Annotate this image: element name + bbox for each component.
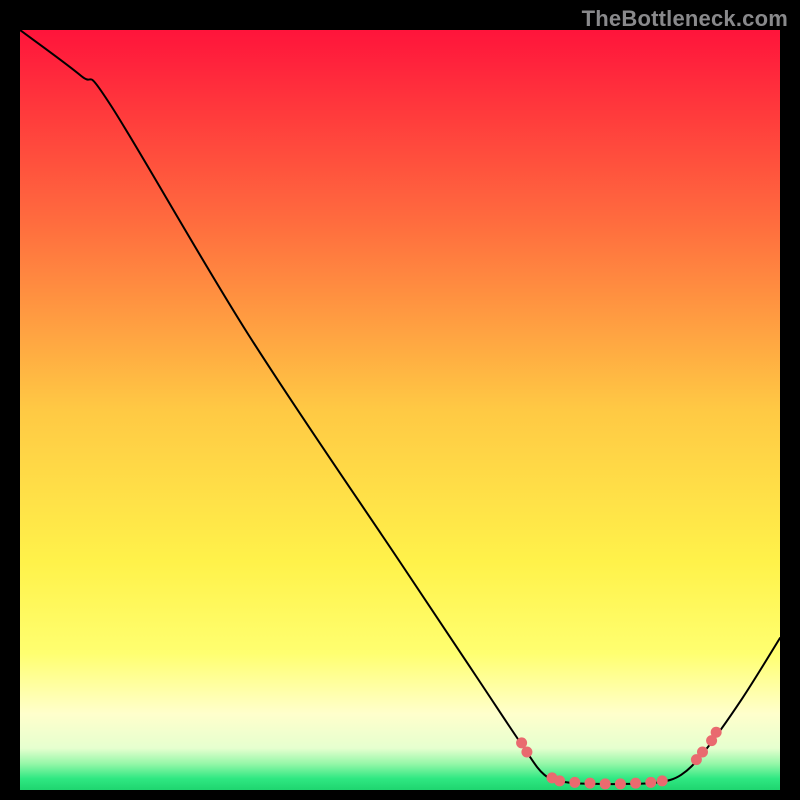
data-marker xyxy=(569,777,580,788)
chart-svg xyxy=(20,30,780,790)
data-marker xyxy=(600,778,611,789)
data-marker xyxy=(630,778,641,789)
data-marker xyxy=(554,775,565,786)
chart-container: TheBottleneck.com xyxy=(0,0,800,800)
data-marker xyxy=(585,778,596,789)
data-marker xyxy=(711,727,722,738)
attribution-label: TheBottleneck.com xyxy=(582,6,788,32)
data-marker xyxy=(657,775,668,786)
plot-area xyxy=(20,30,780,790)
data-marker xyxy=(521,747,532,758)
data-marker xyxy=(645,777,656,788)
data-marker xyxy=(615,778,626,789)
data-marker xyxy=(697,747,708,758)
